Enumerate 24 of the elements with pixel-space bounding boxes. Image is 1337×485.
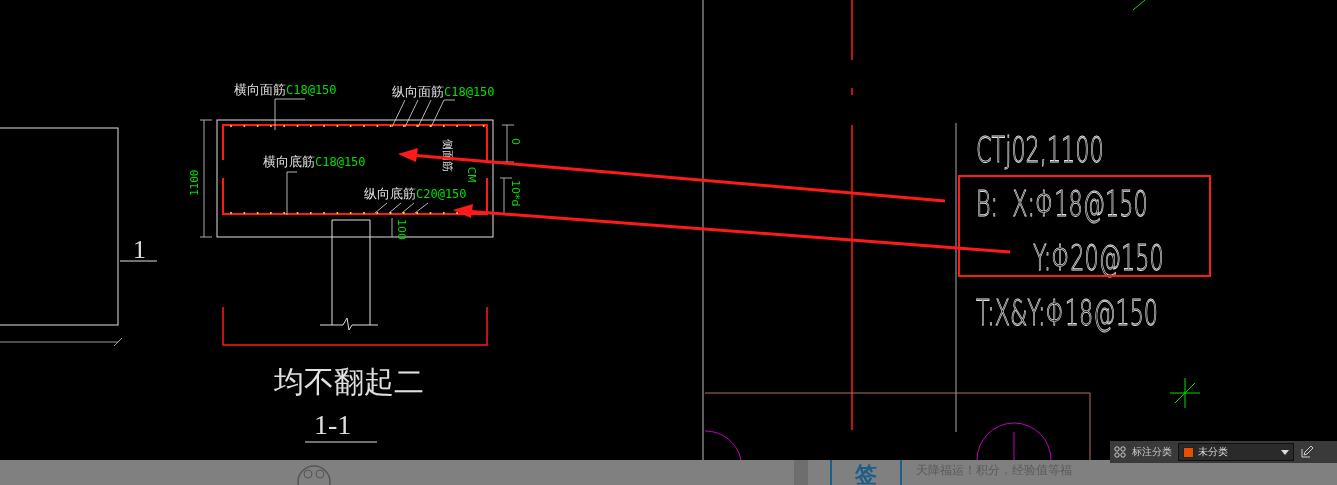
annotation-text: T:X&Y:Φ18@150	[976, 291, 1159, 334]
edit-icon[interactable]	[1300, 445, 1314, 459]
toolbar-label: 标注分类	[1132, 445, 1172, 459]
arc-drawing	[704, 430, 742, 460]
dimension-text: 1100	[188, 169, 201, 196]
dimension-text: 0	[509, 138, 522, 145]
annotation-text: CTj02,1100	[976, 128, 1104, 171]
side-rebar-label: 侧面筋	[441, 139, 454, 172]
dimension-text: 10*d	[509, 180, 522, 207]
rebar-label: 横向底筋C18@150	[263, 154, 366, 169]
dimension-line	[391, 217, 393, 238]
section-number: 1-1	[314, 409, 352, 440]
section-marker: 1	[133, 235, 146, 264]
section-title: 均不翻起二	[274, 365, 424, 398]
rebar-label: 纵向底筋C20@150	[364, 186, 467, 201]
annotation-text: Y:Φ20@150	[1033, 236, 1164, 279]
category-dropdown[interactable]: 未分类	[1178, 443, 1294, 461]
caret-icon	[1281, 449, 1289, 455]
rebar-label: 横向面筋C18@150	[234, 82, 337, 97]
annotation-text: B: X:Φ18@150	[976, 182, 1148, 225]
side-rebar-spec: CM	[466, 167, 477, 183]
rebar-label: 纵向面筋C18@150	[392, 84, 495, 99]
dimension-text: 100	[395, 219, 408, 240]
grid-icon[interactable]	[1114, 446, 1126, 458]
